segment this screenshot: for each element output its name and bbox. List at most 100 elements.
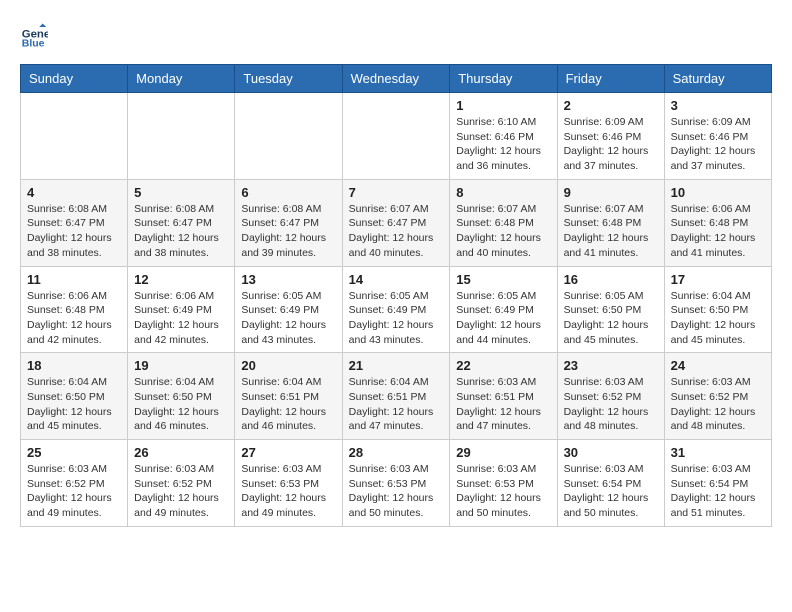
day-info: Sunrise: 6:04 AM Sunset: 6:51 PM Dayligh…	[241, 375, 335, 434]
calendar-cell: 3Sunrise: 6:09 AM Sunset: 6:46 PM Daylig…	[664, 93, 771, 180]
calendar-cell: 24 Sunrise: 6:03 AM Sunset: 6:52 PM Dayli…	[664, 353, 771, 440]
calendar-cell: 19Sunrise: 6:04 AM Sunset: 6:50 PM Dayli…	[128, 353, 235, 440]
day-info: Sunrise: 6:09 AM Sunset: 6:46 PM Dayligh…	[564, 115, 658, 174]
day-number: 7	[349, 185, 444, 200]
calendar-cell: 26 Sunrise: 6:03 AM Sunset: 6:52 PM Dayli…	[128, 440, 235, 527]
calendar-cell	[21, 93, 128, 180]
day-number: 24	[671, 358, 765, 373]
day-number: 17	[671, 272, 765, 287]
day-number: 15	[456, 272, 550, 287]
day-info: Sunrise: 6:05 AM Sunset: 6:49 PM Dayligh…	[349, 289, 444, 348]
calendar-cell: 22 Sunrise: 6:03 AM Sunset: 6:51 PM Dayli…	[450, 353, 557, 440]
day-number: 25	[27, 445, 121, 460]
day-info: Sunrise: 6:03 AM Sunset: 6:54 PM Dayligh…	[564, 462, 658, 521]
calendar-cell: 28 Sunrise: 6:03 AM Sunset: 6:53 PM Dayli…	[342, 440, 450, 527]
calendar-cell: 13Sunrise: 6:05 AM Sunset: 6:49 PM Dayli…	[235, 266, 342, 353]
page-header: General Blue	[20, 20, 772, 48]
calendar-cell: 15 Sunrise: 6:05 AM Sunset: 6:49 PM Dayli…	[450, 266, 557, 353]
day-info: Sunrise: 6:06 AM Sunset: 6:49 PM Dayligh…	[134, 289, 228, 348]
day-number: 14	[349, 272, 444, 287]
calendar-cell: 29 Sunrise: 6:03 AM Sunset: 6:53 PM Dayli…	[450, 440, 557, 527]
calendar-cell: 17 Sunrise: 6:04 AM Sunset: 6:50 PM Dayli…	[664, 266, 771, 353]
day-info: Sunrise: 6:05 AM Sunset: 6:49 PM Dayligh…	[456, 289, 550, 348]
day-info: Sunrise: 6:09 AM Sunset: 6:46 PM Dayligh…	[671, 115, 765, 174]
day-number: 9	[564, 185, 658, 200]
calendar-cell: 6 Sunrise: 6:08 AM Sunset: 6:47 PM Daylig…	[235, 179, 342, 266]
calendar-week-row: 11 Sunrise: 6:06 AM Sunset: 6:48 PM Dayli…	[21, 266, 772, 353]
day-header-friday: Friday	[557, 65, 664, 93]
day-number: 2	[564, 98, 658, 113]
day-number: 4	[27, 185, 121, 200]
day-info: Sunrise: 6:04 AM Sunset: 6:51 PM Dayligh…	[349, 375, 444, 434]
day-header-sunday: Sunday	[21, 65, 128, 93]
day-info: Sunrise: 6:03 AM Sunset: 6:52 PM Dayligh…	[134, 462, 228, 521]
calendar-cell: 5 Sunrise: 6:08 AM Sunset: 6:47 PM Daylig…	[128, 179, 235, 266]
day-header-monday: Monday	[128, 65, 235, 93]
day-info: Sunrise: 6:06 AM Sunset: 6:48 PM Dayligh…	[27, 289, 121, 348]
day-number: 1	[456, 98, 550, 113]
calendar-cell	[342, 93, 450, 180]
calendar-cell: 8 Sunrise: 6:07 AM Sunset: 6:48 PM Daylig…	[450, 179, 557, 266]
calendar-cell: 7 Sunrise: 6:07 AM Sunset: 6:47 PM Daylig…	[342, 179, 450, 266]
calendar-cell: 25 Sunrise: 6:03 AM Sunset: 6:52 PM Dayli…	[21, 440, 128, 527]
calendar-cell: 9Sunrise: 6:07 AM Sunset: 6:48 PM Daylig…	[557, 179, 664, 266]
day-info: Sunrise: 6:03 AM Sunset: 6:51 PM Dayligh…	[456, 375, 550, 434]
day-info: Sunrise: 6:08 AM Sunset: 6:47 PM Dayligh…	[134, 202, 228, 261]
day-number: 22	[456, 358, 550, 373]
calendar-cell	[128, 93, 235, 180]
day-number: 23	[564, 358, 658, 373]
day-number: 8	[456, 185, 550, 200]
day-info: Sunrise: 6:04 AM Sunset: 6:50 PM Dayligh…	[27, 375, 121, 434]
calendar-body: 1 Sunrise: 6:10 AM Sunset: 6:46 PM Daylig…	[21, 93, 772, 527]
day-header-wednesday: Wednesday	[342, 65, 450, 93]
day-info: Sunrise: 6:03 AM Sunset: 6:52 PM Dayligh…	[27, 462, 121, 521]
day-info: Sunrise: 6:06 AM Sunset: 6:48 PM Dayligh…	[671, 202, 765, 261]
day-info: Sunrise: 6:08 AM Sunset: 6:47 PM Dayligh…	[27, 202, 121, 261]
day-number: 29	[456, 445, 550, 460]
calendar-cell: 2 Sunrise: 6:09 AM Sunset: 6:46 PM Daylig…	[557, 93, 664, 180]
calendar-cell: 30 Sunrise: 6:03 AM Sunset: 6:54 PM Dayli…	[557, 440, 664, 527]
day-number: 11	[27, 272, 121, 287]
calendar-week-row: 25 Sunrise: 6:03 AM Sunset: 6:52 PM Dayli…	[21, 440, 772, 527]
day-number: 6	[241, 185, 335, 200]
day-info: Sunrise: 6:05 AM Sunset: 6:50 PM Dayligh…	[564, 289, 658, 348]
day-info: Sunrise: 6:07 AM Sunset: 6:48 PM Dayligh…	[456, 202, 550, 261]
day-number: 20	[241, 358, 335, 373]
day-number: 18	[27, 358, 121, 373]
calendar-week-row: 18 Sunrise: 6:04 AM Sunset: 6:50 PM Dayli…	[21, 353, 772, 440]
calendar-cell: 31 Sunrise: 6:03 AM Sunset: 6:54 PM Dayli…	[664, 440, 771, 527]
day-info: Sunrise: 6:03 AM Sunset: 6:53 PM Dayligh…	[349, 462, 444, 521]
day-info: Sunrise: 6:04 AM Sunset: 6:50 PM Dayligh…	[671, 289, 765, 348]
day-header-tuesday: Tuesday	[235, 65, 342, 93]
day-number: 5	[134, 185, 228, 200]
day-info: Sunrise: 6:03 AM Sunset: 6:52 PM Dayligh…	[564, 375, 658, 434]
calendar-cell: 16Sunrise: 6:05 AM Sunset: 6:50 PM Dayli…	[557, 266, 664, 353]
day-number: 27	[241, 445, 335, 460]
day-number: 19	[134, 358, 228, 373]
calendar-cell: 14 Sunrise: 6:05 AM Sunset: 6:49 PM Dayli…	[342, 266, 450, 353]
day-number: 26	[134, 445, 228, 460]
day-info: Sunrise: 6:10 AM Sunset: 6:46 PM Dayligh…	[456, 115, 550, 174]
logo-icon: General Blue	[20, 20, 48, 48]
day-info: Sunrise: 6:03 AM Sunset: 6:53 PM Dayligh…	[456, 462, 550, 521]
calendar-cell: 21 Sunrise: 6:04 AM Sunset: 6:51 PM Dayli…	[342, 353, 450, 440]
calendar-cell: 11 Sunrise: 6:06 AM Sunset: 6:48 PM Dayli…	[21, 266, 128, 353]
svg-text:Blue: Blue	[22, 37, 45, 48]
day-info: Sunrise: 6:03 AM Sunset: 6:52 PM Dayligh…	[671, 375, 765, 434]
day-info: Sunrise: 6:05 AM Sunset: 6:49 PM Dayligh…	[241, 289, 335, 348]
calendar-cell: 1 Sunrise: 6:10 AM Sunset: 6:46 PM Daylig…	[450, 93, 557, 180]
day-number: 10	[671, 185, 765, 200]
day-info: Sunrise: 6:08 AM Sunset: 6:47 PM Dayligh…	[241, 202, 335, 261]
day-number: 28	[349, 445, 444, 460]
day-info: Sunrise: 6:03 AM Sunset: 6:53 PM Dayligh…	[241, 462, 335, 521]
day-number: 31	[671, 445, 765, 460]
day-number: 12	[134, 272, 228, 287]
calendar-cell: 10 Sunrise: 6:06 AM Sunset: 6:48 PM Dayli…	[664, 179, 771, 266]
day-info: Sunrise: 6:07 AM Sunset: 6:47 PM Dayligh…	[349, 202, 444, 261]
calendar-cell: 23 Sunrise: 6:03 AM Sunset: 6:52 PM Dayli…	[557, 353, 664, 440]
day-number: 21	[349, 358, 444, 373]
calendar-week-row: 1 Sunrise: 6:10 AM Sunset: 6:46 PM Daylig…	[21, 93, 772, 180]
day-info: Sunrise: 6:03 AM Sunset: 6:54 PM Dayligh…	[671, 462, 765, 521]
day-number: 30	[564, 445, 658, 460]
day-header-thursday: Thursday	[450, 65, 557, 93]
